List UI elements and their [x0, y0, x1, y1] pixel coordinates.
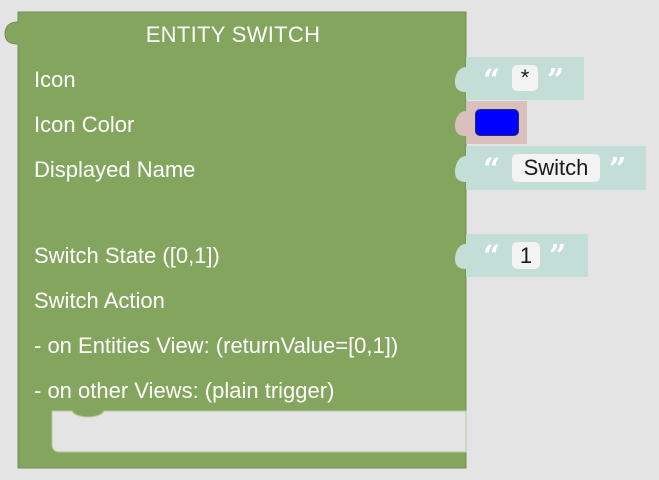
switch-state-label: Switch State ([0,1]): [34, 243, 220, 268]
displayed-name-text-field[interactable]: Switch: [512, 154, 600, 182]
on-other-views-label: - on other Views: (plain trigger): [34, 378, 335, 403]
close-quote-icon: ”: [609, 152, 627, 187]
icon-text-field[interactable]: *: [512, 65, 538, 91]
switch-state-text-field[interactable]: 1: [512, 242, 540, 269]
on-entities-view-label: - on Entities View: (returnValue=[0,1]): [34, 333, 399, 358]
statement-input-slot[interactable]: [51, 410, 467, 453]
open-quote-icon: “: [483, 239, 501, 274]
close-quote-icon: ”: [547, 63, 565, 98]
open-quote-icon: “: [483, 63, 501, 98]
close-quote-icon: ”: [549, 239, 567, 274]
open-quote-icon: “: [483, 152, 501, 187]
block-title: ENTITY SWITCH: [145, 22, 321, 47]
switch-action-label: Switch Action: [34, 288, 165, 313]
displayed-name-label: Displayed Name: [34, 157, 196, 182]
icon-color-label: Icon Color: [34, 112, 135, 137]
icon-color-picker[interactable]: [475, 109, 519, 136]
icon-label: Icon: [34, 67, 76, 92]
